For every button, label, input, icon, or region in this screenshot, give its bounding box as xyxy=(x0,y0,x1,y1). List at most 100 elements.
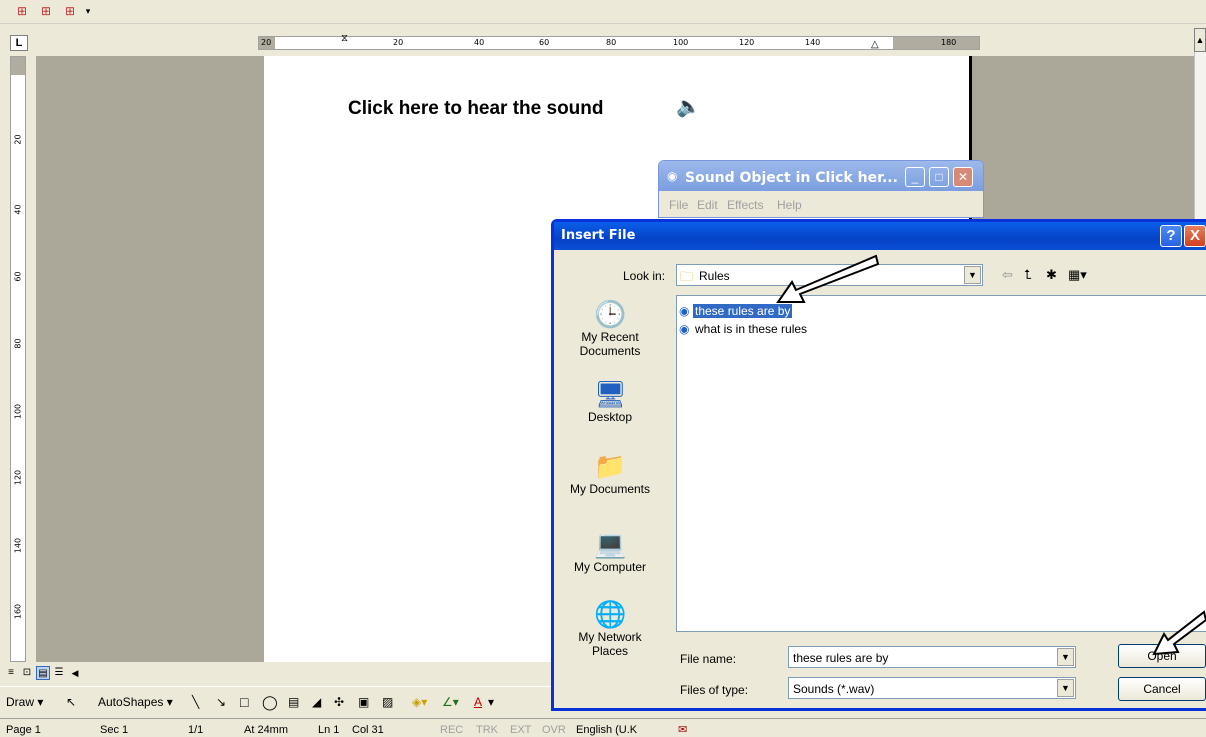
minimize-button[interactable]: _ xyxy=(905,167,925,187)
scroll-up-button[interactable]: ▲ xyxy=(1194,28,1206,52)
place-my-documents[interactable]: 📁 My Documents xyxy=(564,450,656,496)
picture-icon[interactable]: ▨ xyxy=(382,695,393,709)
place-label: My Recent Documents xyxy=(579,330,641,358)
look-in-dropdown[interactable]: 🗀 Rules ▼ xyxy=(676,264,983,286)
file-name-input[interactable]: these rules are by ▼ xyxy=(788,646,1076,668)
chevron-down-icon[interactable]: ▼ xyxy=(964,266,981,284)
table-icon[interactable]: ⊞ xyxy=(14,4,30,18)
status-section: Sec 1 xyxy=(100,724,129,736)
status-position: At 24mm xyxy=(244,724,289,736)
help-button[interactable]: ? xyxy=(1160,225,1182,247)
chevron-down-icon[interactable]: ▼ xyxy=(1057,679,1074,697)
web-layout-view-icon[interactable]: ⊡ xyxy=(20,666,34,680)
new-folder-icon[interactable]: ✱ xyxy=(1046,267,1057,283)
look-in-label: Look in: xyxy=(623,269,666,283)
chevron-down-icon[interactable]: ▼ xyxy=(1057,648,1074,666)
views-icon[interactable]: ▦▾ xyxy=(1068,267,1087,283)
place-my-recent-documents[interactable]: 🕒 My Recent Documents xyxy=(564,298,656,358)
menu-effects[interactable]: Effects xyxy=(727,198,763,212)
tab-selector[interactable]: L xyxy=(10,35,28,51)
sound-object-window[interactable]: ◉ Sound Object in Click her... _ □ ✕ Fil… xyxy=(658,160,984,218)
sound-window-title: Sound Object in Click her... xyxy=(685,170,898,186)
file-name-label: File name: xyxy=(680,652,737,666)
scroll-left-icon[interactable]: ◀ xyxy=(68,666,82,680)
outline-view-icon[interactable]: ☰ xyxy=(52,666,66,680)
autoshapes-label: AutoShapes xyxy=(98,695,164,709)
wordart-icon[interactable]: ◢ xyxy=(312,695,321,709)
oval-icon[interactable]: ◯ xyxy=(262,695,278,709)
ruler-tick: 180 xyxy=(941,38,957,47)
status-trk[interactable]: TRK xyxy=(476,724,498,736)
sound-file-icon: ◉ xyxy=(679,321,690,336)
line-icon[interactable]: ╲ xyxy=(192,695,199,709)
file-name: what is in these rules xyxy=(695,321,808,336)
ruler-tick: 140 xyxy=(805,38,821,47)
ruler-tick: 20 xyxy=(261,38,272,47)
status-language[interactable]: English (U.K xyxy=(576,724,637,736)
desktop-icon: 🖥 xyxy=(594,379,628,409)
clipart-icon[interactable]: ▣ xyxy=(358,695,369,709)
status-ext[interactable]: EXT xyxy=(510,724,531,736)
sound-object-icon[interactable]: 🔈 xyxy=(676,94,701,119)
up-folder-icon[interactable]: ⮤ xyxy=(1024,267,1032,283)
status-line: Ln 1 xyxy=(318,724,340,736)
dialog-title: Insert File xyxy=(561,228,636,243)
back-icon[interactable]: ⇦ xyxy=(1002,267,1013,283)
textbox-icon[interactable]: ▤ xyxy=(288,695,299,709)
file-name-value: these rules are by xyxy=(793,651,889,665)
place-label: My Network Places xyxy=(578,630,642,658)
fill-color-icon[interactable]: ◈▾ xyxy=(412,695,427,709)
menu-edit[interactable]: Edit xyxy=(697,198,718,212)
ruler-tick: 40 xyxy=(474,38,485,47)
open-button[interactable]: Open xyxy=(1118,644,1206,668)
ruler-margin-top xyxy=(11,57,25,75)
vertical-ruler[interactable]: 20 40 60 80 100 120 140 160 xyxy=(10,56,26,662)
table-icon[interactable]: ⊞ xyxy=(38,4,54,18)
normal-view-icon[interactable]: ≡ xyxy=(4,666,18,680)
place-my-network-places[interactable]: 🌐 My Network Places xyxy=(564,598,656,658)
status-rec[interactable]: REC xyxy=(440,724,463,736)
file-list-item[interactable]: ◉ these rules are by xyxy=(679,303,793,319)
top-toolbar: ⊞ ⊞ ⊞ ▾ xyxy=(0,0,1206,24)
place-desktop[interactable]: 🖥 Desktop xyxy=(564,378,656,424)
ruler-margin-right xyxy=(893,37,979,49)
ruler-tick: 60 xyxy=(13,271,23,282)
arrow-icon[interactable]: ↘ xyxy=(216,695,226,709)
menu-help[interactable]: Help xyxy=(777,198,802,212)
toolbar-options-icon[interactable]: ▾ xyxy=(80,4,96,18)
cancel-button[interactable]: Cancel xyxy=(1118,677,1206,701)
status-ovr[interactable]: OVR xyxy=(542,724,566,736)
spelling-status-icon[interactable]: ✉ xyxy=(678,724,687,736)
ruler-tick: 140 xyxy=(13,537,23,554)
place-label: My Documents xyxy=(569,482,651,496)
font-color-icon[interactable]: A xyxy=(474,695,482,709)
close-button[interactable]: ✕ xyxy=(953,167,973,187)
diagram-icon[interactable]: ✣ xyxy=(334,695,344,709)
close-button[interactable]: X xyxy=(1184,225,1206,247)
recent-documents-icon: 🕒 xyxy=(594,299,627,329)
dialog-titlebar[interactable]: Insert File ? X xyxy=(554,222,1206,250)
speaker-icon: ◉ xyxy=(667,169,678,183)
line-color-icon[interactable]: ∠▾ xyxy=(442,695,459,709)
first-line-indent-marker[interactable]: ⧖ xyxy=(341,34,348,44)
maximize-button[interactable]: □ xyxy=(929,167,949,187)
document-heading[interactable]: Click here to hear the sound xyxy=(348,98,604,120)
file-list-item[interactable]: ◉ what is in these rules xyxy=(679,321,809,337)
rectangle-icon[interactable]: □ xyxy=(240,695,248,709)
font-color-dropdown-icon[interactable]: ▾ xyxy=(488,695,494,709)
network-places-icon: 🌐 xyxy=(594,599,627,629)
draw-menu-button[interactable]: Draw ▾ xyxy=(6,695,43,709)
autoshapes-button[interactable]: AutoShapes ▾ xyxy=(98,695,173,709)
print-layout-view-icon[interactable]: ▤ xyxy=(36,666,50,680)
sound-window-titlebar[interactable]: ◉ Sound Object in Click her... _ □ ✕ xyxy=(659,161,983,191)
status-page-count: 1/1 xyxy=(188,724,204,736)
place-my-computer[interactable]: 💻 My Computer xyxy=(564,528,656,574)
menu-file[interactable]: File xyxy=(669,198,688,212)
files-of-type-dropdown[interactable]: Sounds (*.wav) ▼ xyxy=(788,677,1076,699)
look-in-value: Rules xyxy=(699,269,730,283)
file-list[interactable]: ◉ these rules are by ◉ what is in these ru… xyxy=(676,295,1206,632)
right-indent-marker[interactable]: △ xyxy=(871,40,879,50)
table-icon[interactable]: ⊞ xyxy=(62,4,78,18)
horizontal-ruler[interactable]: 20 20 40 60 80 100 120 140 180 ⧖ △ xyxy=(258,34,980,50)
select-objects-icon[interactable]: ↖ xyxy=(66,695,76,709)
